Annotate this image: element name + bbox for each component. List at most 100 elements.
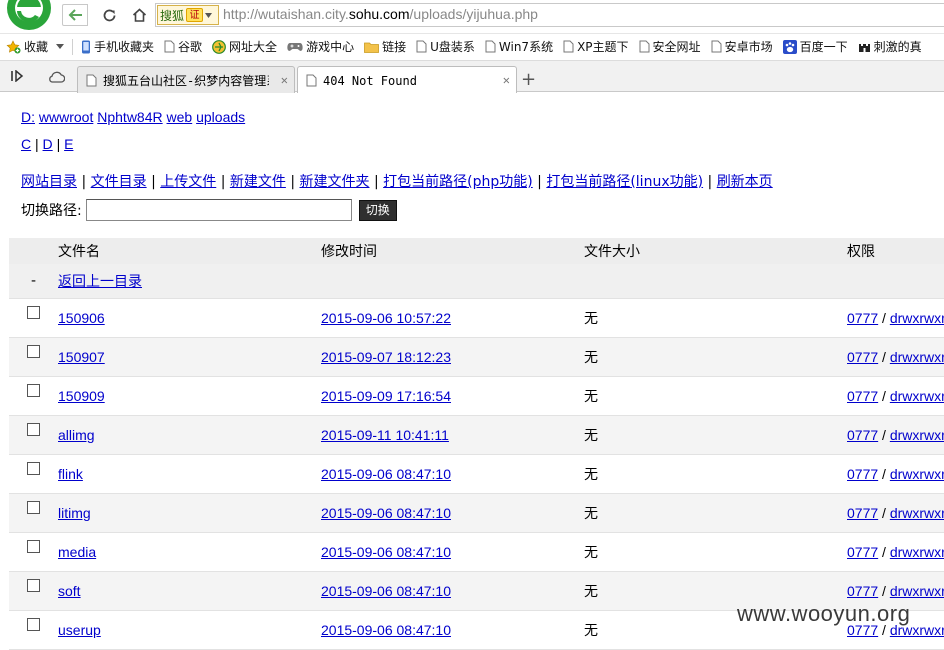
breadcrumb-segment[interactable]: uploads: [196, 109, 245, 125]
drive-link[interactable]: E: [64, 136, 73, 152]
action-link[interactable]: 上传文件: [160, 174, 216, 190]
certificate-badge[interactable]: 证: [186, 8, 204, 22]
row-checkbox[interactable]: [27, 423, 40, 436]
tab-404-not-found[interactable]: 404 Not Found ✕: [297, 66, 517, 94]
parent-dir-link[interactable]: 返回上一目录: [58, 274, 142, 290]
bookmark-item[interactable]: XP主题下: [563, 38, 629, 55]
perm-string-link[interactable]: drwxrwxrwx: [890, 466, 944, 482]
action-link[interactable]: 网站目录: [21, 174, 77, 190]
separator: |: [373, 174, 379, 190]
file-name-link[interactable]: 150906: [58, 310, 105, 326]
close-icon[interactable]: ✕: [281, 73, 288, 87]
sidebar-toggle-icon[interactable]: [10, 70, 24, 82]
perm-string-link[interactable]: drwxrwxrwx: [890, 427, 944, 443]
path-input[interactable]: [85, 199, 352, 221]
search-engine-selector[interactable]: 搜狐 证: [157, 5, 219, 25]
file-name-link[interactable]: litimg: [58, 505, 91, 521]
perm-string-link[interactable]: drwxrwxrwx: [890, 388, 944, 404]
bookmark-item[interactable]: 百度一下: [782, 38, 848, 55]
bookmark-item[interactable]: 收藏: [6, 38, 48, 55]
breadcrumb-segment[interactable]: web: [167, 109, 193, 125]
separator: |: [35, 136, 39, 152]
page-icon: [416, 40, 430, 53]
row-checkbox[interactable]: [27, 462, 40, 475]
modified-time-link[interactable]: 2015-09-09 17:16:54: [321, 388, 451, 404]
reload-button[interactable]: [96, 4, 122, 26]
bookmark-item[interactable]: 刺激的真: [858, 38, 922, 55]
action-link[interactable]: 新建文件: [230, 174, 286, 190]
perm-string-link[interactable]: drwxrwxrwx: [890, 310, 944, 326]
perm-octal-link[interactable]: 0777: [847, 466, 878, 482]
modified-time-link[interactable]: 2015-09-06 08:47:10: [321, 505, 451, 521]
new-tab-button[interactable]: +: [521, 69, 536, 90]
bookmark-item[interactable]: 手机收藏夹: [81, 38, 154, 55]
bookmark-item[interactable]: 谷歌: [164, 38, 202, 55]
perm-string-link[interactable]: drwxrwxrwx: [890, 349, 944, 365]
home-button[interactable]: [126, 4, 152, 26]
modified-time-link[interactable]: 2015-09-06 10:57:22: [321, 310, 451, 326]
header-modified-time: 修改时间: [321, 238, 584, 264]
file-name-link[interactable]: soft: [58, 583, 81, 599]
bookmark-item[interactable]: 链接: [364, 38, 406, 55]
row-checkbox[interactable]: [27, 618, 40, 631]
breadcrumb-segment[interactable]: D:: [21, 109, 35, 125]
close-icon[interactable]: ✕: [503, 73, 510, 87]
drive-link[interactable]: C: [21, 136, 31, 152]
perm-string-link[interactable]: drwxrwxrwx: [890, 544, 944, 560]
action-link[interactable]: 打包当前路径(php功能): [383, 174, 533, 190]
file-name-link[interactable]: flink: [58, 466, 83, 482]
chevron-down-icon: [205, 12, 213, 18]
breadcrumb-segment[interactable]: Nphtw84R: [97, 109, 162, 125]
perm-octal-link[interactable]: 0777: [847, 310, 878, 326]
perm-octal-link[interactable]: 0777: [847, 583, 878, 599]
header-filename: 文件名: [58, 238, 321, 264]
modified-time-link[interactable]: 2015-09-11 10:41:11: [321, 427, 449, 443]
breadcrumb-segment[interactable]: wwwroot: [39, 109, 93, 125]
back-button[interactable]: [62, 4, 88, 26]
bookmark-item[interactable]: U盘装系: [416, 38, 475, 55]
switch-button[interactable]: 切换: [358, 199, 397, 221]
file-name-link[interactable]: userup: [58, 622, 101, 638]
drive-link[interactable]: D: [43, 136, 53, 152]
perm-octal-link[interactable]: 0777: [847, 427, 878, 443]
modified-time-link[interactable]: 2015-09-06 08:47:10: [321, 544, 451, 560]
modified-time-link[interactable]: 2015-09-06 08:47:10: [321, 466, 451, 482]
row-checkbox[interactable]: [27, 501, 40, 514]
bookmark-item[interactable]: 安全网址: [639, 38, 701, 55]
file-name-link[interactable]: media: [58, 544, 96, 560]
file-name-link[interactable]: allimg: [58, 427, 95, 443]
perm-string-link[interactable]: drwxrwxrwx: [890, 583, 944, 599]
bookmark-label: 安卓市场: [724, 40, 773, 54]
row-checkbox[interactable]: [27, 384, 40, 397]
row-checkbox[interactable]: [27, 306, 40, 319]
action-link[interactable]: 刷新本页: [717, 174, 773, 190]
file-name-link[interactable]: 150907: [58, 349, 105, 365]
modified-time-link[interactable]: 2015-09-06 08:47:10: [321, 583, 451, 599]
browser-logo-icon[interactable]: [4, 0, 54, 32]
table-row: 150909 2015-09-09 17:16:54 无 0777 / drwxrwx…: [9, 376, 944, 416]
file-name-link[interactable]: 150909: [58, 388, 105, 404]
cloud-icon[interactable]: [47, 70, 65, 83]
action-link[interactable]: 打包当前路径(linux功能): [546, 174, 703, 190]
action-link[interactable]: 文件目录: [91, 174, 147, 190]
perm-octal-link[interactable]: 0777: [847, 349, 878, 365]
bookmark-item[interactable]: Win7系统: [485, 38, 553, 55]
perm-octal-link[interactable]: 0777: [847, 544, 878, 560]
modified-time-link[interactable]: 2015-09-07 18:12:23: [321, 349, 451, 365]
perm-octal-link[interactable]: 0777: [847, 388, 878, 404]
chevron-down-icon[interactable]: [56, 44, 65, 49]
perm-octal-link[interactable]: 0777: [847, 505, 878, 521]
tab-sohu-wutaishan[interactable]: 搜狐五台山社区-织梦内容管理系 ✕: [77, 66, 295, 93]
action-link[interactable]: 新建文件夹: [300, 174, 370, 190]
perm-string-link[interactable]: drwxrwxrwx: [890, 505, 944, 521]
row-checkbox[interactable]: [27, 579, 40, 592]
bookmark-item[interactable]: 游戏中心: [287, 38, 354, 55]
bookmark-item[interactable]: 网址大全: [212, 38, 277, 55]
url-field[interactable]: 搜狐 证 http://wutaishan.city.sohu.com/uplo…: [155, 3, 944, 27]
row-checkbox[interactable]: [27, 345, 40, 358]
bookmark-item[interactable]: 安卓市场: [711, 38, 773, 55]
reload-icon: [103, 9, 115, 21]
separator: |: [151, 174, 156, 190]
row-checkbox[interactable]: [27, 540, 40, 553]
modified-time-link[interactable]: 2015-09-06 08:47:10: [321, 622, 451, 638]
